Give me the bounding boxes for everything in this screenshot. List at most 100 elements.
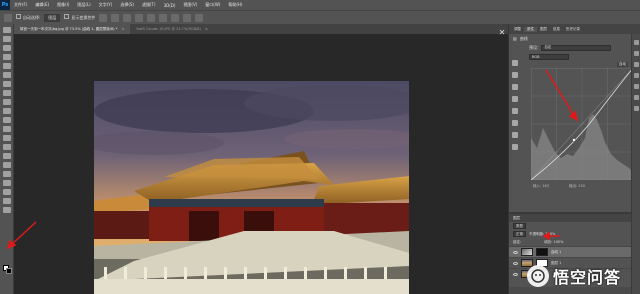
type-tool-icon[interactable] bbox=[2, 162, 11, 168]
gradient-tool-icon[interactable] bbox=[2, 126, 11, 132]
align-middle-icon[interactable] bbox=[111, 13, 120, 22]
properties-panel: 调整 属性 图层 信息 历史记录 ▨ 曲线 预设: 自定 RGB 自动 输入: … bbox=[508, 24, 640, 294]
color-panel-icon[interactable] bbox=[633, 40, 639, 45]
menu-view[interactable]: 视图(V) bbox=[179, 2, 201, 8]
preset-label: 预设: bbox=[529, 44, 539, 50]
layer-row-curves[interactable]: 曲线 1 bbox=[509, 246, 640, 257]
blend-mode-dropdown[interactable]: 正常 bbox=[513, 231, 526, 237]
menu-file[interactable]: 文件(F) bbox=[10, 2, 31, 8]
align-center-icon[interactable] bbox=[147, 13, 156, 22]
curve-tools bbox=[512, 60, 522, 156]
canvas-image[interactable] bbox=[94, 81, 409, 294]
preset-dropdown[interactable]: 自定 bbox=[541, 44, 612, 51]
layer-filter-row: 类型 bbox=[509, 222, 640, 230]
pen-tool-icon[interactable] bbox=[2, 153, 11, 159]
forbidden-city-photo bbox=[94, 81, 409, 294]
align-bottom-icon[interactable] bbox=[123, 13, 132, 22]
libraries-panel-icon[interactable] bbox=[633, 62, 639, 67]
3d-mode-icon[interactable] bbox=[195, 13, 204, 22]
more-tools-icon[interactable] bbox=[2, 207, 11, 213]
tab-layers-panel[interactable]: 图层 bbox=[509, 214, 640, 222]
collapse-panels-icon[interactable]: ✕ bbox=[496, 28, 508, 37]
swatches-panel-icon[interactable] bbox=[633, 51, 639, 56]
fill-field[interactable]: 填充: 100% bbox=[544, 240, 563, 245]
lasso-tool-icon[interactable] bbox=[2, 45, 11, 51]
eraser-tool-icon[interactable] bbox=[2, 117, 11, 123]
tab-layers[interactable]: 图层 bbox=[537, 27, 550, 32]
menu-type[interactable]: 文字(Y) bbox=[95, 2, 117, 8]
tab-info[interactable]: 信息 bbox=[550, 27, 563, 32]
clipping-icon[interactable] bbox=[512, 144, 518, 150]
marquee-tool-icon[interactable] bbox=[2, 36, 11, 42]
menu-edit[interactable]: 编辑(E) bbox=[31, 2, 53, 8]
wukong-logo-icon bbox=[526, 265, 549, 287]
visibility-eye-icon[interactable] bbox=[513, 250, 518, 254]
move-tool-icon[interactable] bbox=[4, 13, 12, 22]
curves-graph[interactable] bbox=[530, 67, 634, 181]
curve-points-icon[interactable] bbox=[512, 108, 518, 114]
gray-point-eyedropper-icon[interactable] bbox=[512, 84, 518, 90]
white-point-eyedropper-icon[interactable] bbox=[512, 96, 518, 102]
move-tool-icon[interactable] bbox=[2, 27, 11, 33]
opacity-field[interactable]: 不透明度: 100% bbox=[529, 232, 555, 237]
properties-title: 曲线 bbox=[519, 35, 528, 41]
background-color-swatch[interactable] bbox=[6, 268, 12, 274]
brush-tool-icon[interactable] bbox=[2, 90, 11, 96]
styles-panel-icon[interactable] bbox=[633, 84, 639, 89]
align-top-icon[interactable] bbox=[99, 13, 108, 22]
adjustments-panel-icon[interactable] bbox=[633, 73, 639, 78]
hand-tool-icon[interactable] bbox=[2, 189, 11, 195]
menu-image[interactable]: 图像(I) bbox=[53, 2, 73, 8]
auto-button[interactable]: 自动 bbox=[617, 62, 628, 67]
pencil-icon[interactable] bbox=[512, 120, 518, 126]
distribute-center-icon[interactable] bbox=[183, 13, 192, 22]
target-adjust-icon[interactable] bbox=[512, 60, 518, 66]
document-tabs: 故宫一天到一年次次(bg.jpg @ 73.5% (曲线 1, 图层蒙版/8) … bbox=[14, 24, 508, 34]
menu-window[interactable]: 窗口(W) bbox=[201, 2, 224, 8]
channel-dropdown[interactable]: RGB bbox=[529, 54, 569, 60]
menu-3d[interactable]: 3D(D) bbox=[160, 3, 180, 8]
show-transform-checkbox[interactable]: 显示变换控件 bbox=[64, 14, 95, 21]
auto-select-dropdown[interactable]: 图层 bbox=[44, 13, 61, 22]
healing-brush-tool-icon[interactable] bbox=[2, 81, 11, 87]
menu-bar: Ps 文件(F) 编辑(E) 图像(I) 图层(L) 文字(Y) 选择(S) 滤… bbox=[0, 0, 640, 10]
clone-stamp-tool-icon[interactable] bbox=[2, 99, 11, 105]
smooth-icon[interactable] bbox=[512, 132, 518, 138]
layer-mask-thumbnail[interactable] bbox=[536, 248, 548, 256]
crop-tool-icon[interactable] bbox=[2, 63, 11, 69]
align-left-icon[interactable] bbox=[135, 13, 144, 22]
black-point-eyedropper-icon[interactable] bbox=[512, 72, 518, 78]
align-right-icon[interactable] bbox=[159, 13, 168, 22]
tab-label: Swift Clouds 19.JPG @ 24.7%(RGB/8) bbox=[136, 27, 201, 31]
paths-panel-icon[interactable] bbox=[633, 106, 639, 111]
tab-adjustments[interactable]: 调整 bbox=[511, 27, 524, 32]
adjustment-thumbnail bbox=[521, 248, 533, 256]
tab-document-2[interactable]: Swift Clouds 19.JPG @ 24.7%(RGB/8) × bbox=[130, 24, 214, 34]
dodge-tool-icon[interactable] bbox=[2, 144, 11, 150]
shape-tool-icon[interactable] bbox=[2, 180, 11, 186]
tab-document-1[interactable]: 故宫一天到一年次次(bg.jpg @ 73.5% (曲线 1, 图层蒙版/8) … bbox=[14, 24, 131, 34]
watermark: 悟空问答 bbox=[508, 258, 640, 294]
lock-label: 锁定: bbox=[513, 239, 522, 244]
history-brush-tool-icon[interactable] bbox=[2, 108, 11, 114]
menu-help[interactable]: 帮助(H) bbox=[224, 2, 246, 8]
tab-properties[interactable]: 属性 bbox=[524, 26, 537, 32]
properties-header: ▨ 曲线 bbox=[509, 34, 640, 43]
menu-filter[interactable]: 滤镜(T) bbox=[138, 2, 160, 8]
quick-select-tool-icon[interactable] bbox=[2, 54, 11, 60]
channels-panel-icon[interactable] bbox=[633, 95, 639, 100]
close-icon[interactable]: × bbox=[121, 27, 124, 31]
menu-layer[interactable]: 图层(L) bbox=[73, 2, 94, 8]
zoom-tool-icon[interactable] bbox=[2, 198, 11, 204]
distribute-icon[interactable] bbox=[171, 13, 180, 22]
tab-history[interactable]: 历史记录 bbox=[563, 27, 583, 32]
eyedropper-tool-icon[interactable] bbox=[2, 72, 11, 78]
path-select-tool-icon[interactable] bbox=[2, 171, 11, 177]
blur-tool-icon[interactable] bbox=[2, 135, 11, 141]
layer-kind-dropdown[interactable]: 类型 bbox=[513, 223, 526, 229]
preset-row: 预设: 自定 bbox=[509, 43, 640, 52]
auto-select-checkbox[interactable]: 自动选择: bbox=[16, 14, 40, 21]
close-icon[interactable]: × bbox=[205, 27, 208, 31]
menu-select[interactable]: 选择(S) bbox=[116, 2, 138, 8]
photoshop-logo-icon[interactable]: Ps bbox=[0, 0, 10, 10]
